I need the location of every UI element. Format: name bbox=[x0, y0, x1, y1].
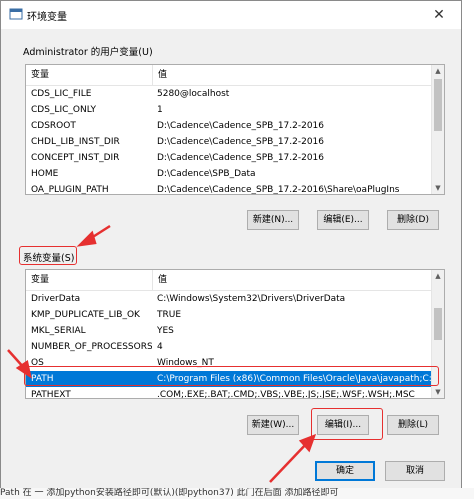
annotation-arrow-edit bbox=[269, 441, 309, 483]
annotation-arrowhead bbox=[76, 230, 97, 247]
background-caption: Path 在 一 添加python安装路径即可(默认)(即python37) 此… bbox=[0, 488, 474, 499]
annotation-arrows bbox=[7, 224, 317, 483]
